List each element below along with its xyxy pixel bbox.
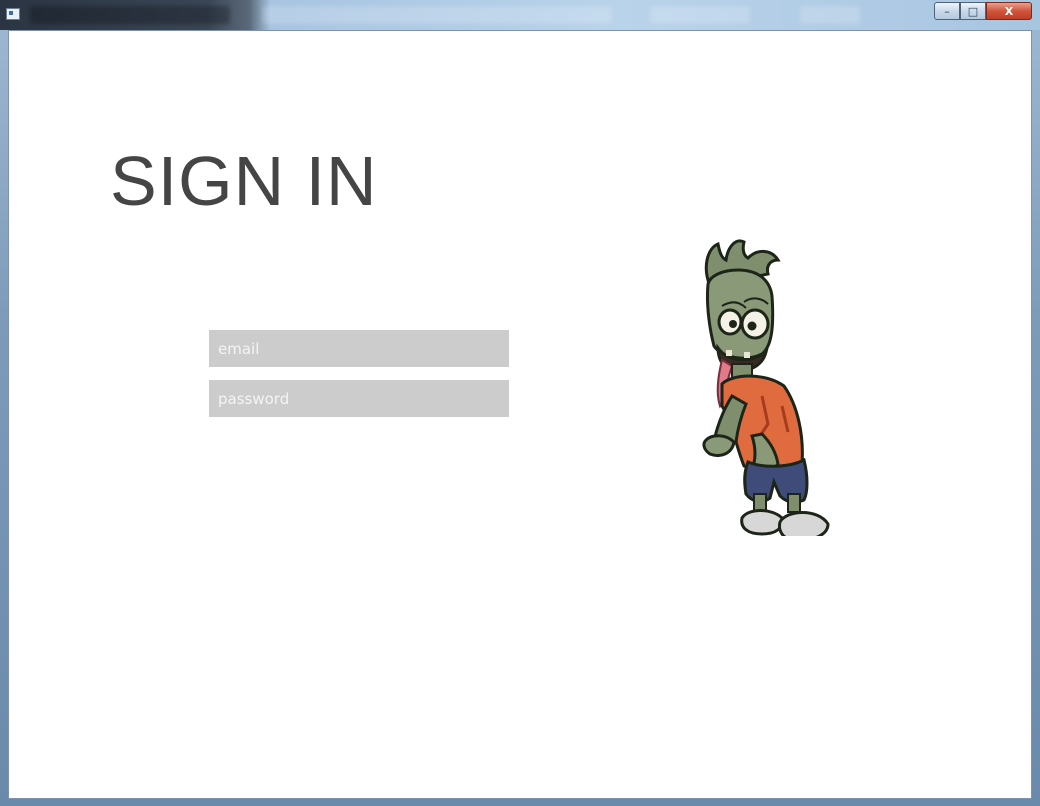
email-field[interactable] <box>209 330 509 367</box>
blurred-folder-text <box>650 6 750 24</box>
blurred-address-text <box>262 6 612 24</box>
maximize-button[interactable]: □ <box>960 2 986 20</box>
caption-buttons: – □ X <box>934 2 1032 20</box>
app-window: – □ X SIGN IN <box>0 0 1040 806</box>
app-icon <box>6 8 20 20</box>
client-area: SIGN IN <box>8 30 1032 799</box>
blurred-folder-text-2 <box>800 6 860 24</box>
zombie-illustration <box>702 239 830 536</box>
password-field[interactable] <box>209 380 509 417</box>
page-title: SIGN IN <box>110 142 378 220</box>
blurred-taskbar-text <box>30 6 230 24</box>
minimize-button[interactable]: – <box>934 2 960 20</box>
title-bar[interactable]: – □ X <box>0 0 1040 30</box>
close-button[interactable]: X <box>986 2 1032 20</box>
